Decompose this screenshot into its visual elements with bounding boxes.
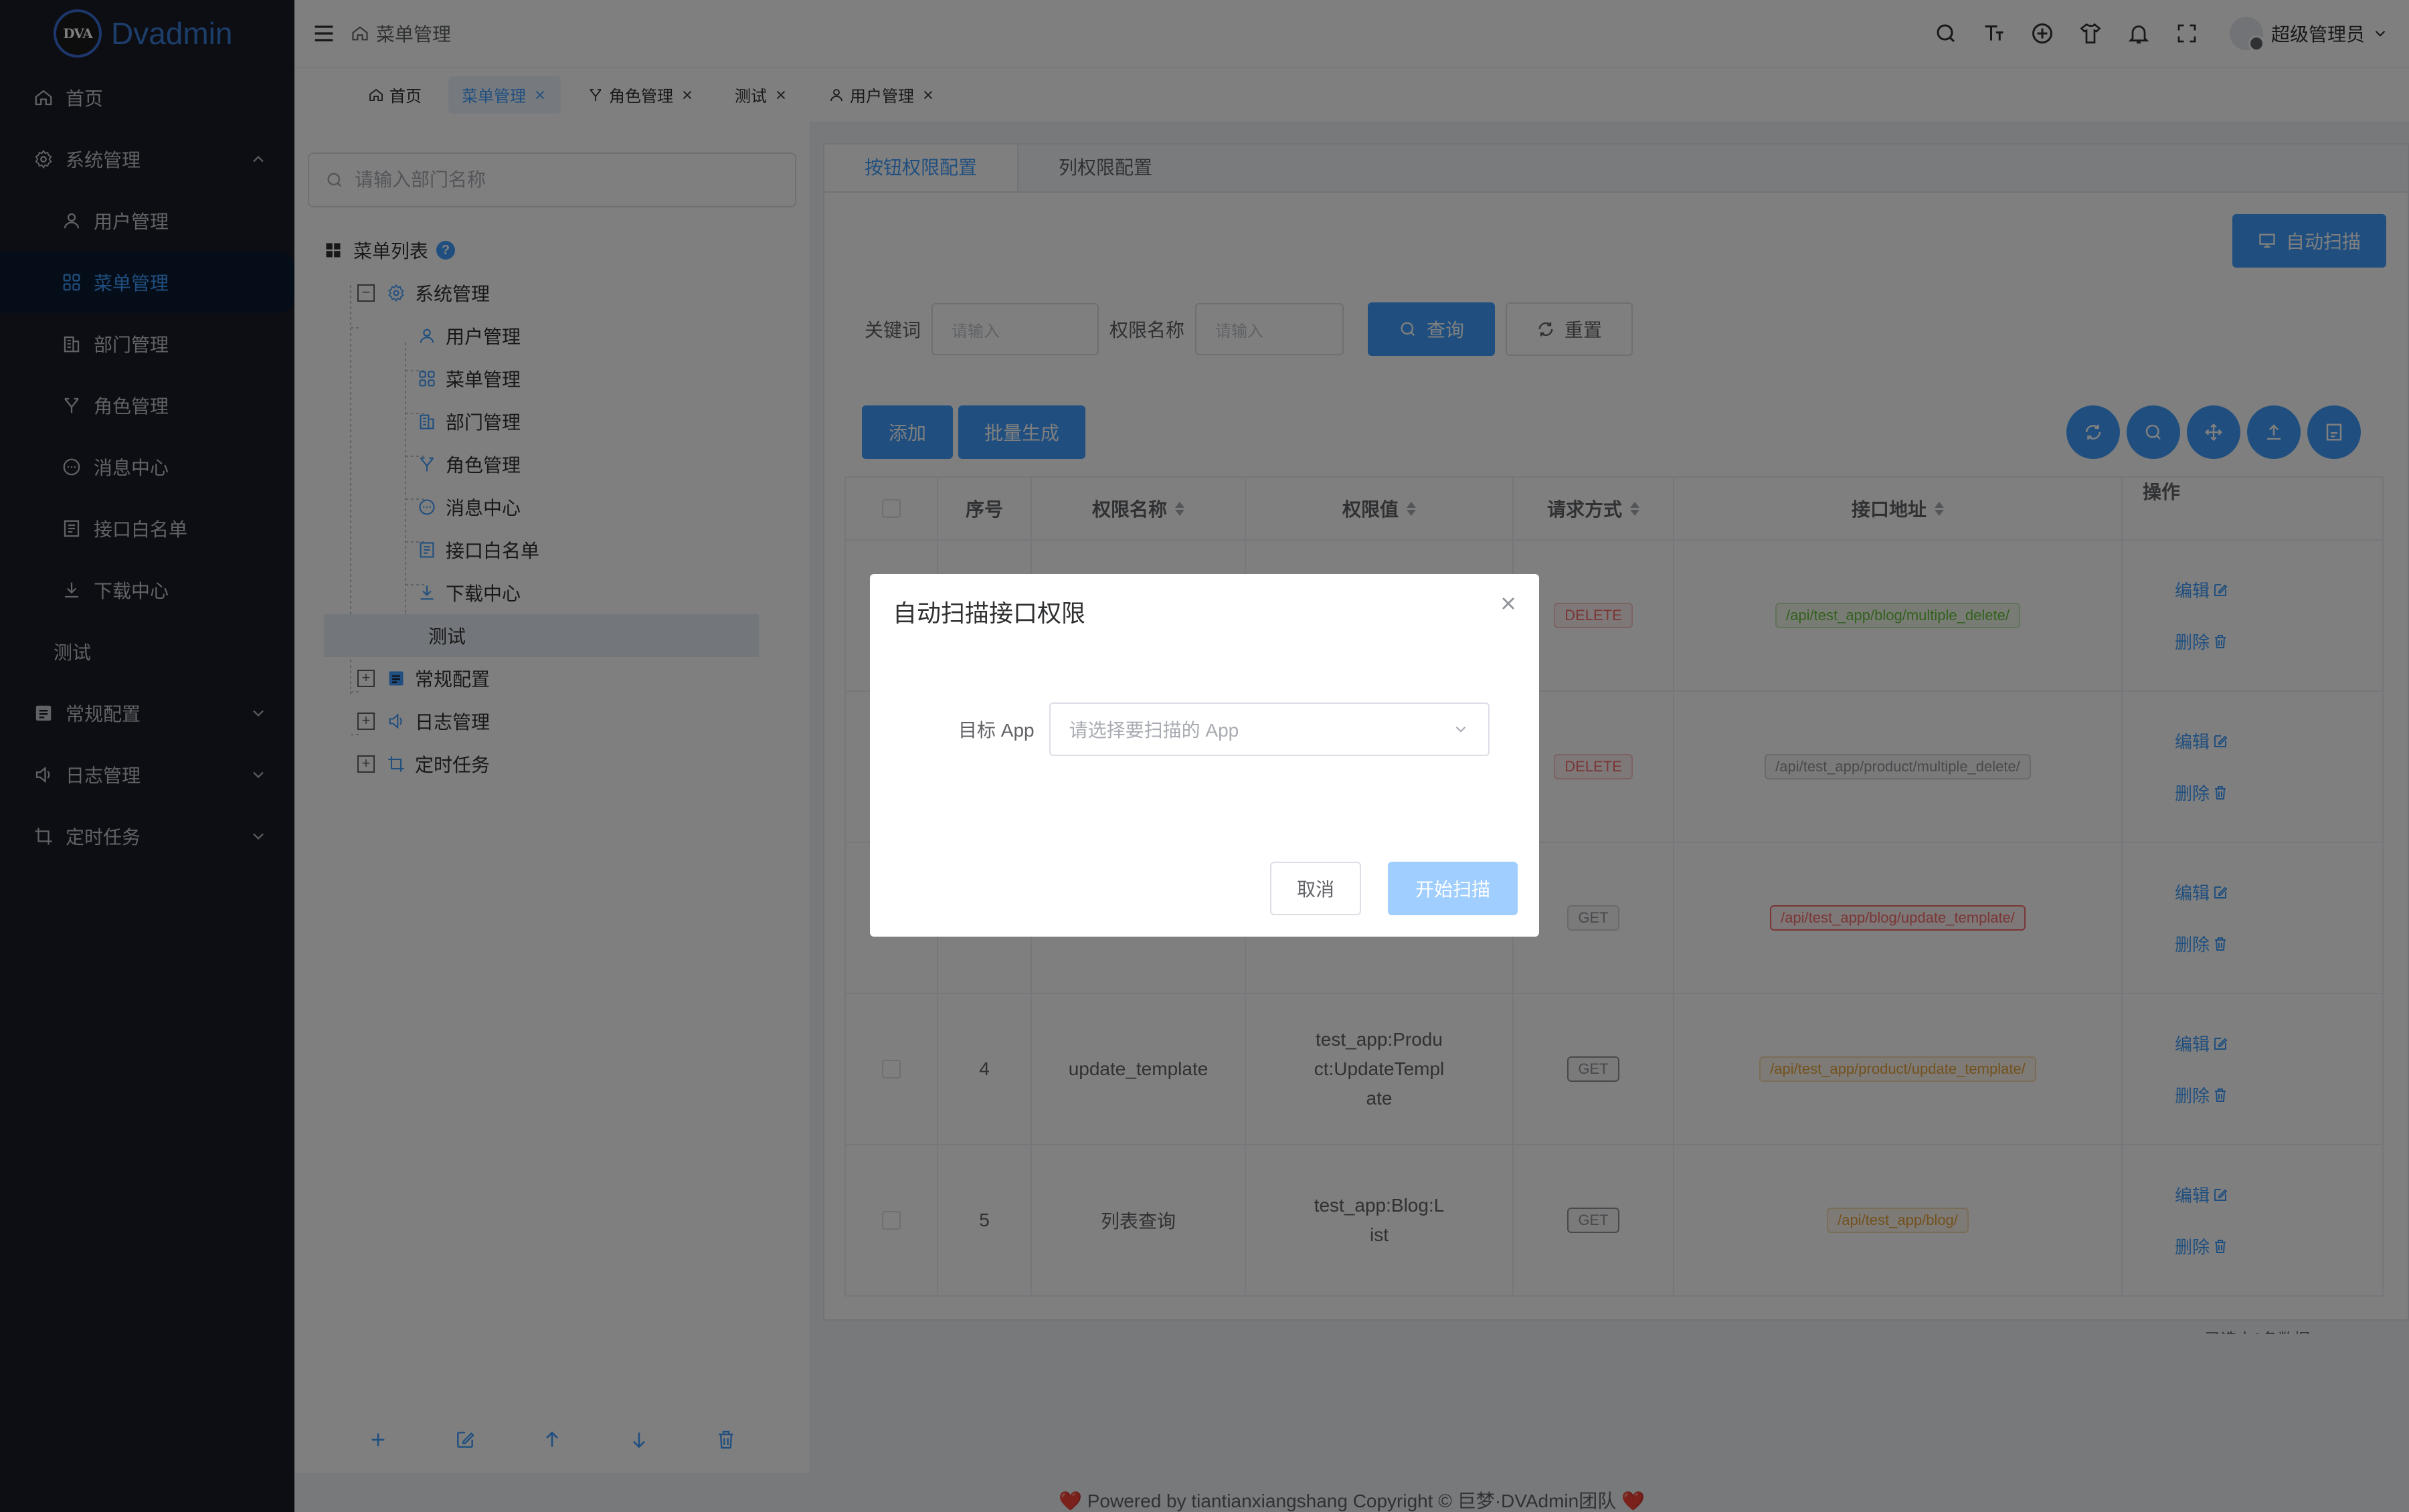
chevron-down-icon [1455, 726, 1465, 733]
target-app-row: 目标 App 请选择要扫描的 App [958, 702, 1490, 756]
cancel-button[interactable]: 取消 [1270, 862, 1361, 915]
dialog-title: 自动扫描接口权限 [893, 599, 1086, 627]
close-icon[interactable] [1498, 593, 1519, 614]
start-scan-button[interactable]: 开始扫描 [1388, 862, 1518, 915]
dialog-footer: 取消 开始扫描 [1270, 862, 1518, 915]
target-app-placeholder: 请选择要扫描的 App [1069, 720, 1239, 741]
target-app-label: 目标 App [958, 720, 1035, 741]
target-app-select[interactable]: 请选择要扫描的 App [1049, 702, 1490, 756]
auto-scan-dialog: 自动扫描接口权限 目标 App 请选择要扫描的 App 取消 开始扫描 [870, 574, 1539, 937]
